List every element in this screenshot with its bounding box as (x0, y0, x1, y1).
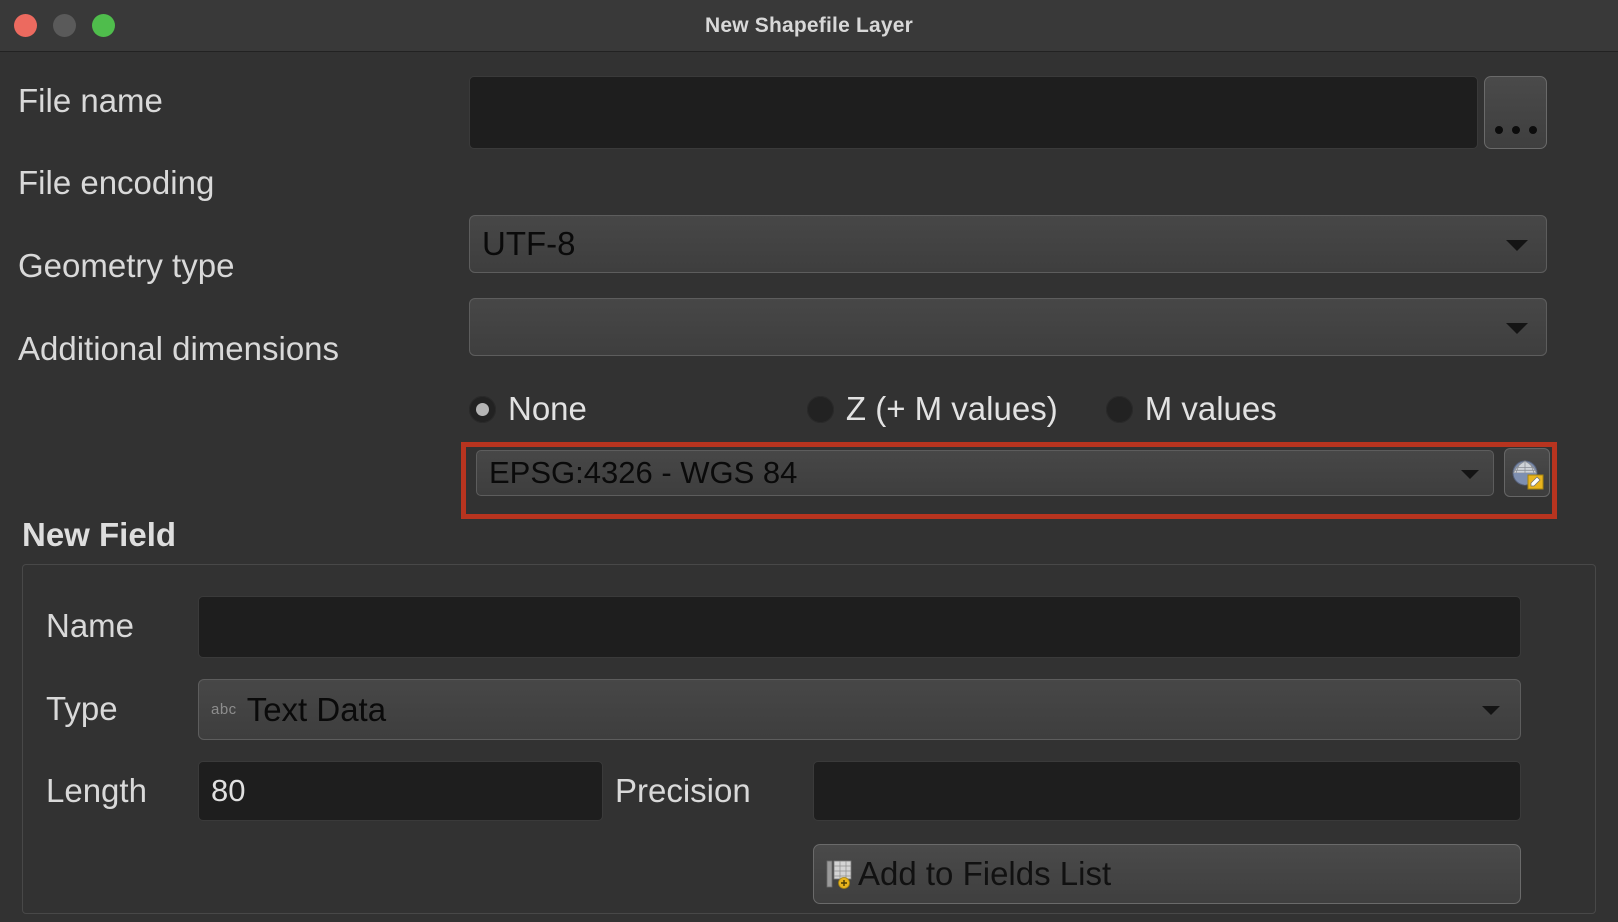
globe-edit-icon (1512, 460, 1544, 489)
title-bar: New Shapefile Layer (0, 0, 1618, 52)
additional-dimensions-row: Additional dimensions (18, 332, 339, 365)
file-encoding-row: File encoding (18, 166, 214, 199)
window-title: New Shapefile Layer (704, 13, 914, 37)
chevron-down-icon (1506, 240, 1528, 251)
new-shapefile-layer-dialog: New Shapefile Layer File name File encod… (0, 0, 1618, 922)
ellipsis-icon (1494, 126, 1537, 134)
new-field-section-title: New Field (22, 516, 177, 553)
field-precision-label: Precision (615, 772, 751, 809)
abc-icon: abc (211, 701, 237, 718)
additional-dimensions-radio-group: None Z (+ M values) M values (469, 381, 1277, 437)
close-window-button[interactable] (14, 14, 37, 37)
add-field-icon (826, 860, 852, 889)
radio-none[interactable]: None (469, 390, 587, 428)
add-to-fields-list-label: Add to Fields List (858, 855, 1112, 892)
file-name-input[interactable] (469, 76, 1478, 149)
additional-dimensions-label: Additional dimensions (18, 330, 340, 367)
select-crs-button[interactable] (1504, 448, 1550, 497)
file-name-row: File name (18, 84, 163, 117)
chevron-down-icon (1506, 323, 1528, 334)
file-encoding-label: File encoding (18, 164, 215, 201)
chevron-down-icon (1482, 705, 1500, 715)
file-encoding-value: UTF-8 (482, 225, 576, 262)
radio-m-values[interactable]: M values (1105, 390, 1277, 428)
radio-m-values-label: M values (1144, 390, 1277, 427)
field-name-input[interactable] (198, 596, 1521, 658)
geometry-type-row: Geometry type (18, 249, 234, 282)
file-name-browse-button[interactable] (1484, 76, 1547, 149)
field-length-input[interactable] (198, 761, 603, 821)
radio-m-values-indicator (1105, 395, 1133, 423)
add-to-fields-list-button[interactable]: Add to Fields List (813, 844, 1521, 904)
geometry-type-combobox[interactable] (469, 298, 1547, 356)
radio-none-indicator (469, 395, 496, 423)
radio-z-m-values-indicator (806, 395, 834, 423)
field-precision-input[interactable] (813, 761, 1521, 821)
minimize-window-button[interactable] (53, 14, 76, 37)
radio-z-m-values[interactable]: Z (+ M values) (806, 390, 1058, 428)
field-type-value: Text Data (246, 690, 387, 728)
crs-value: EPSG:4326 - WGS 84 (489, 455, 798, 490)
dialog-body: File name File encoding UTF-8 Geometry t… (0, 52, 1618, 922)
file-encoding-combobox[interactable]: UTF-8 (469, 215, 1547, 273)
chevron-down-icon (1461, 470, 1479, 479)
window-controls (14, 0, 115, 51)
maximize-window-button[interactable] (92, 14, 115, 37)
field-length-label: Length (46, 772, 147, 809)
file-name-label: File name (18, 82, 163, 119)
field-type-label: Type (46, 690, 118, 727)
geometry-type-label: Geometry type (18, 247, 235, 284)
radio-none-label: None (508, 390, 587, 427)
crs-combobox[interactable]: EPSG:4326 - WGS 84 (476, 450, 1494, 496)
field-name-label: Name (46, 607, 135, 644)
radio-z-m-values-label: Z (+ M values) (845, 390, 1058, 427)
field-type-combobox[interactable]: abc Text Data (198, 679, 1521, 740)
